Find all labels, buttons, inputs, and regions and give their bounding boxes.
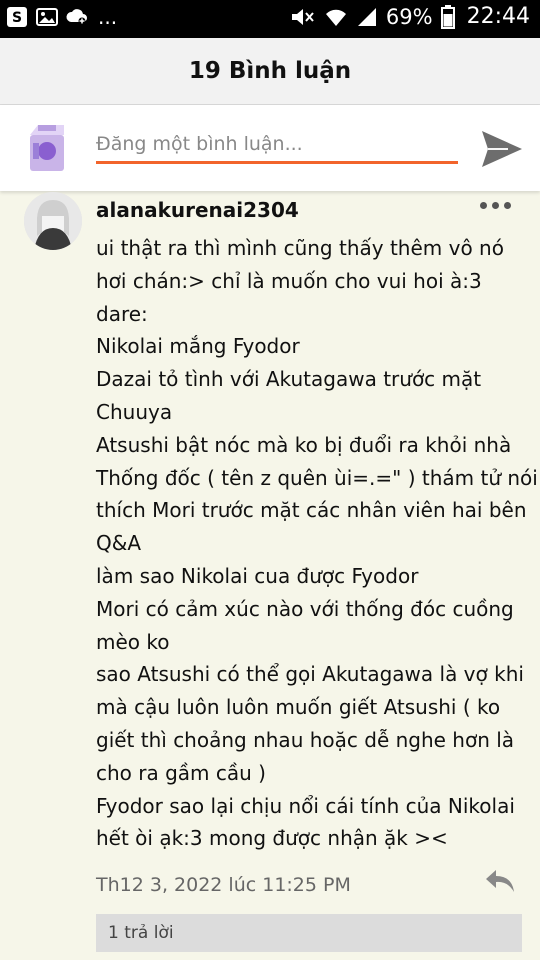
clock: 22:44 — [466, 4, 530, 29]
comments-header: 19 Bình luận — [0, 38, 540, 105]
svg-text:S: S — [12, 10, 22, 26]
comment-line: Atsushi bật nóc mà ko bị đuổi ra khỏi nh… — [96, 432, 512, 457]
comment-line: mèo ko — [96, 629, 170, 654]
comment-line: Fyodor sao lại chịu nổi cái tính của Nik… — [96, 793, 515, 818]
system-indicators: 69% 22:44 — [290, 4, 530, 29]
comment-line: Mori có cảm xúc nào với thống đóc cuồng — [96, 596, 514, 621]
user-avatar — [30, 125, 64, 171]
comment-line: sao Atsushi có thể gọi Akutagawa là vợ k… — [96, 662, 524, 687]
comment-line: Dazai tỏ tình với Akutagawa trước mặt — [96, 367, 482, 392]
comment-line: giết thì choảng nhau hoặc dễ nghe hơn là — [96, 727, 515, 752]
page-title: 19 Bình luận — [188, 58, 352, 84]
notification-area: S ... — [6, 6, 117, 28]
comment-timestamp: Th12 3, 2022 lúc 11:25 PM — [96, 874, 351, 896]
comment-line: cho ra gầm cầu ) — [96, 760, 266, 785]
battery-icon — [440, 4, 455, 29]
more-options-icon[interactable] — [480, 202, 511, 209]
view-replies-button[interactable]: 1 trả lời — [96, 914, 522, 952]
comment-line: thích Mori trước mặt các nhân viên hai b… — [96, 498, 527, 523]
status-bar: S ... 69% 22:44 — [0, 0, 540, 38]
signal-icon — [357, 7, 376, 26]
comment-item: alanakurenai2304 ui thật ra thì mình cũn… — [0, 192, 540, 960]
mute-icon — [291, 8, 314, 25]
comment-line: Nikolai mắng Fyodor — [96, 334, 300, 359]
reply-icon[interactable] — [484, 868, 516, 894]
comment-composer: Đăng một bình luận... — [0, 105, 540, 191]
image-icon — [36, 8, 58, 26]
comment-line: Thống đốc ( tên z quên ùi=.=" ) thám tử … — [96, 465, 538, 490]
comment-line: hết òi ạk:3 mong được nhận ặk >< — [96, 826, 448, 851]
comment-line: dare: — [96, 301, 148, 326]
send-icon[interactable] — [478, 125, 526, 173]
comment-username[interactable]: alanakurenai2304 — [96, 198, 299, 222]
comment-line: làm sao Nikolai cua được Fyodor — [96, 563, 419, 588]
comment-line: mà cậu luôn luôn muốn giết Atsushi ( ko — [96, 695, 501, 720]
more-notifications: ... — [98, 5, 118, 29]
wifi-icon — [325, 9, 346, 26]
comment-body: ui thật ra thì mình cũng thấy thêm vô nó… — [96, 232, 538, 855]
cloud-icon — [66, 9, 87, 25]
skype-icon: S — [7, 7, 27, 27]
commenter-avatar[interactable] — [24, 192, 82, 250]
comment-line: ui thật ra thì mình cũng thấy thêm vô nó — [96, 236, 504, 260]
comment-line: hơi chán:> chỉ là muốn cho vui hoi à:3 — [96, 268, 482, 293]
battery-percent: 69% — [385, 4, 433, 29]
comment-line: Q&A — [96, 531, 142, 556]
comment-line: Chuuya — [96, 399, 173, 424]
comment-input[interactable]: Đăng một bình luận... — [96, 127, 458, 164]
